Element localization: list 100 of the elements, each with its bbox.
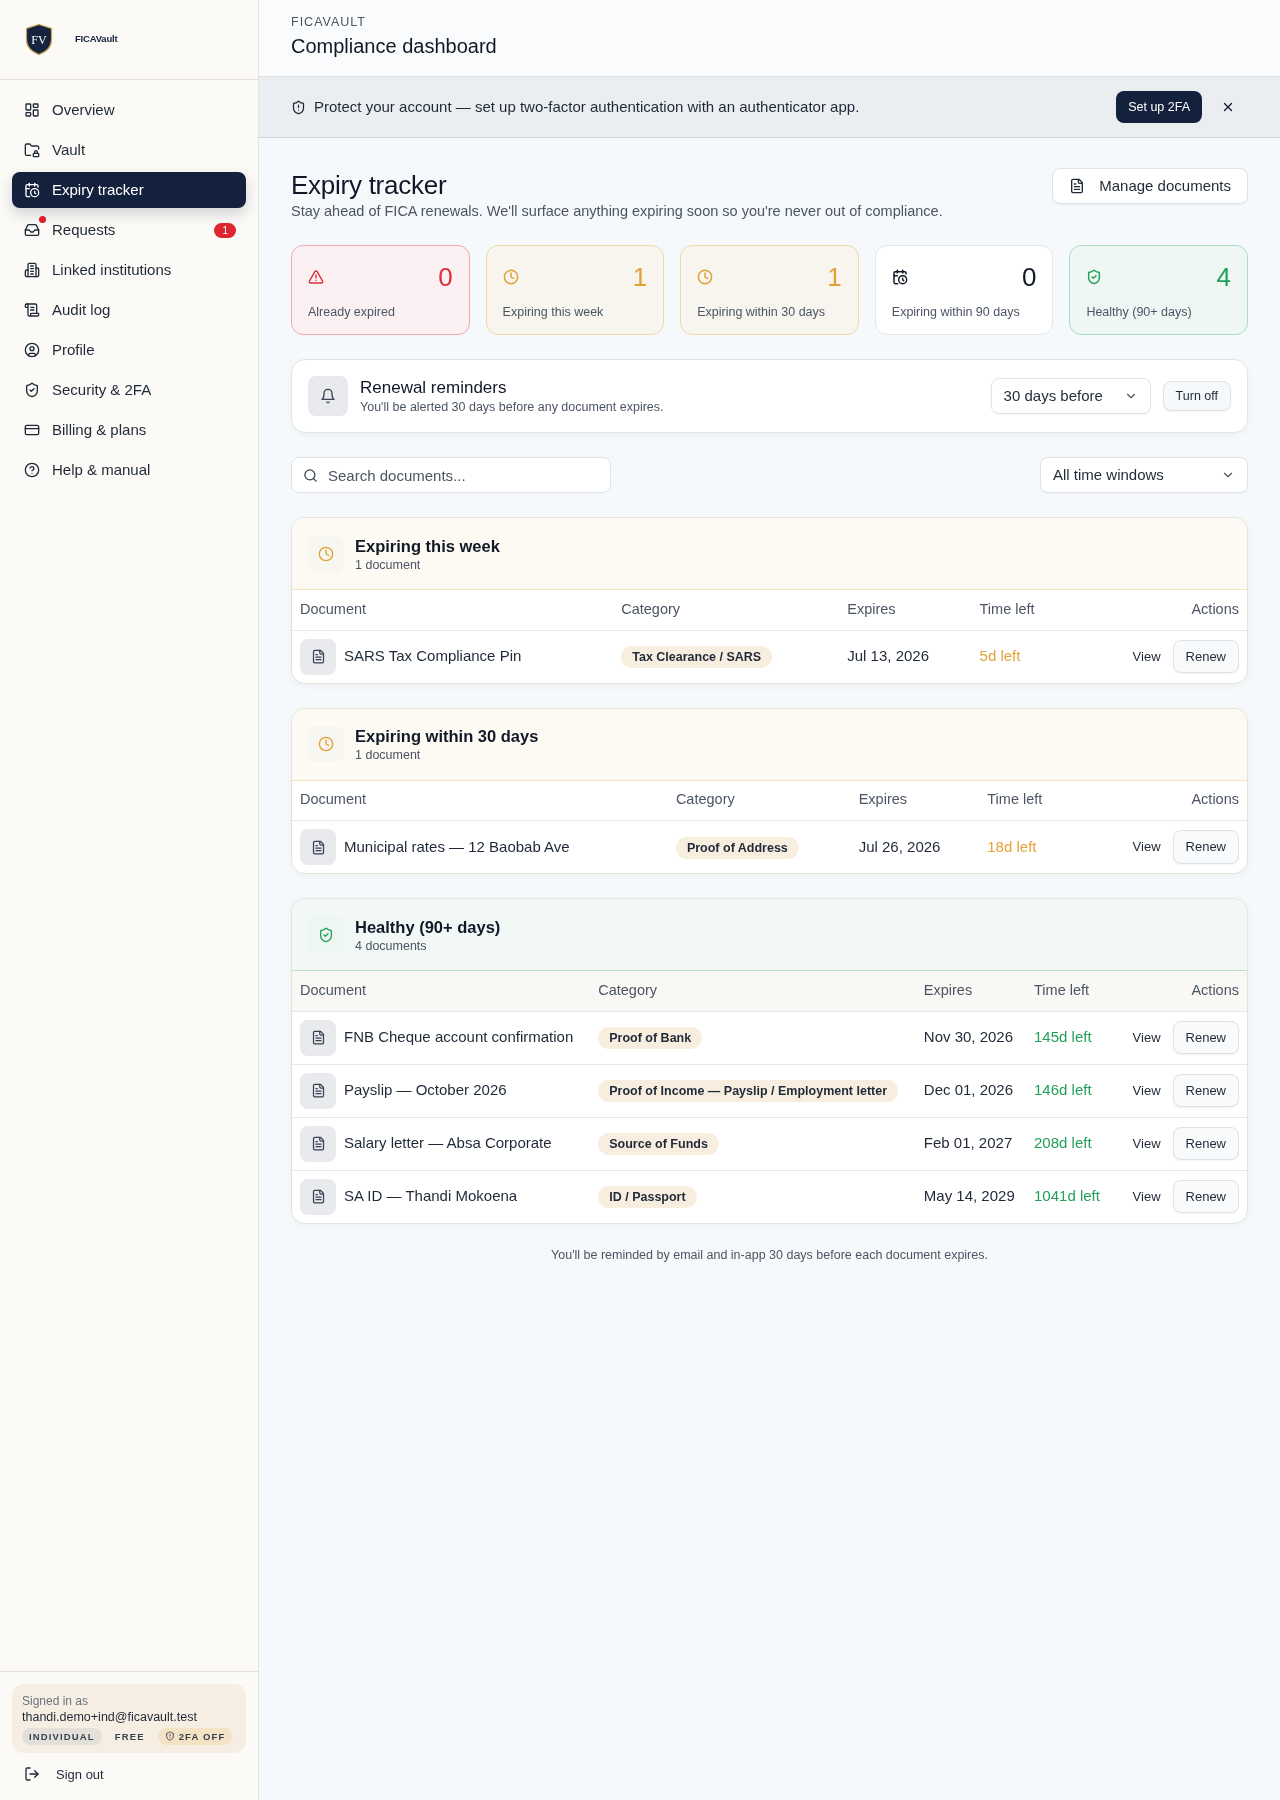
- sign-out-button[interactable]: Sign out: [12, 1752, 116, 1784]
- sidebar-nav-item[interactable]: Audit log: [12, 292, 246, 328]
- stat-label: Expiring within 30 days: [697, 304, 827, 322]
- view-button[interactable]: View: [1122, 1127, 1171, 1160]
- renew-button[interactable]: Renew: [1172, 1020, 1239, 1055]
- reminders-description: You'll be alerted 30 days before any document expires.: [360, 399, 664, 415]
- view-button[interactable]: View: [1122, 1021, 1171, 1054]
- sidebar-nav-item[interactable]: Overview: [12, 92, 246, 128]
- category-tag: Proof of Income — Payslip / Employment letter: [598, 1080, 899, 1102]
- expiry-date: Dec 01, 2026: [915, 1064, 1027, 1117]
- user-circle-icon: [24, 342, 40, 358]
- credit-card-icon: [24, 422, 40, 438]
- column-header: Document: [292, 971, 591, 1011]
- expiry-date: Feb 01, 2027: [915, 1117, 1027, 1170]
- stat-value: 1: [827, 264, 842, 290]
- sidebar-nav-item[interactable]: Billing & plans: [12, 412, 246, 448]
- scroll-icon: [24, 302, 40, 318]
- setup-2fa-button[interactable]: Set up 2FA: [1116, 91, 1202, 123]
- group-title: Expiring this week: [355, 535, 500, 557]
- footer-note: You'll be reminded by email and in-app 30 days before each document expires.: [550, 1246, 989, 1264]
- account-caption: Signed in as: [22, 1692, 90, 1709]
- document-name: Payslip — October 2026: [344, 1080, 507, 1101]
- view-button[interactable]: View: [1122, 640, 1171, 673]
- document-tile-icon: [300, 638, 336, 675]
- category-tag: ID / Passport: [598, 1186, 697, 1208]
- manage-documents-button[interactable]: Manage documents: [1052, 168, 1248, 204]
- sidebar-nav-item[interactable]: Help & manual: [12, 452, 246, 488]
- column-header: Time left: [1026, 971, 1111, 1011]
- expiry-date: Jul 26, 2026: [850, 820, 980, 873]
- column-header: Actions: [1067, 590, 1247, 630]
- sidebar-nav-item[interactable]: Profile: [12, 332, 246, 368]
- shield-check-icon: [1086, 269, 1103, 285]
- sidebar-nav-item[interactable]: Linked institutions: [12, 252, 246, 288]
- shield-alert-icon: [291, 99, 306, 115]
- sidebar-nav-item[interactable]: Security & 2FA: [12, 372, 246, 408]
- renew-button[interactable]: Renew: [1172, 1073, 1239, 1108]
- renew-button[interactable]: Renew: [1172, 830, 1239, 864]
- shield-check-icon: [24, 382, 40, 398]
- group-title: Expiring within 30 days: [355, 726, 539, 747]
- reminder-interval-select[interactable]: 30 days before: [990, 378, 1151, 414]
- time-window-select[interactable]: All time windows: [1040, 457, 1248, 493]
- document-name: Municipal rates — 12 Baobab Ave: [344, 836, 570, 857]
- shield-check-tile-icon: [308, 916, 344, 953]
- clock-icon: [502, 269, 519, 285]
- column-header: Document: [292, 780, 668, 821]
- view-button[interactable]: View: [1122, 1180, 1171, 1213]
- column-header: Expires: [915, 971, 1027, 1011]
- renew-button[interactable]: Renew: [1172, 1126, 1239, 1161]
- sign-out-icon: [24, 1766, 40, 1783]
- document-name: Salary letter — Absa Corporate: [344, 1133, 552, 1154]
- time-left: 1041d left: [1026, 1170, 1111, 1223]
- group-count: 1 document: [355, 747, 422, 763]
- close-icon: [1221, 100, 1235, 114]
- column-header: Expires: [850, 780, 980, 821]
- time-left: 146d left: [1026, 1064, 1111, 1117]
- warning-triangle-icon: [308, 269, 324, 285]
- group-title: Healthy (90+ days): [355, 916, 501, 938]
- column-header: Category: [590, 971, 916, 1011]
- sidebar-nav-item[interactable]: Requests 1: [12, 212, 246, 248]
- column-header: Expires: [839, 590, 972, 630]
- clock-icon: [697, 269, 714, 285]
- search-field[interactable]: Search documents...: [291, 457, 611, 493]
- group-count: 1 document: [355, 556, 422, 573]
- page-subtitle: Stay ahead of FICA renewals. We'll surface anything expiring soon so you're never out of compliance.: [291, 202, 943, 221]
- document-tile-icon: [300, 1125, 336, 1162]
- time-left: 208d left: [1026, 1117, 1111, 1170]
- document-tile-icon: [300, 829, 336, 865]
- sidebar-nav-item[interactable]: Vault: [12, 132, 246, 168]
- banner-message: Protect your account — set up two-factor authentication with an authenticator app.: [314, 96, 860, 117]
- view-button[interactable]: View: [1122, 831, 1171, 863]
- count-badge: 1: [214, 222, 236, 238]
- stat-label: Already expired: [308, 304, 396, 322]
- help-icon: [24, 462, 40, 478]
- plan-tag: INDIVIDUAL: [22, 1727, 102, 1745]
- stat-value: 1: [632, 264, 648, 290]
- expiry-date: May 14, 2029: [915, 1170, 1027, 1223]
- document-name: SARS Tax Compliance Pin: [344, 646, 522, 667]
- renew-button[interactable]: Renew: [1172, 639, 1239, 674]
- sidebar-nav-item[interactable]: Expiry tracker: [12, 172, 246, 208]
- category-tag: Proof of Address: [675, 836, 799, 859]
- turn-off-button[interactable]: Turn off: [1162, 381, 1231, 411]
- security-status-text: 2FA OFF: [178, 1729, 226, 1743]
- column-header: Time left: [979, 780, 1073, 821]
- reminders-title: Renewal reminders: [360, 377, 508, 399]
- page-header-title: Compliance dashboard: [291, 34, 498, 59]
- clock-tile-icon: [308, 726, 344, 762]
- stat-value: 0: [1021, 264, 1037, 290]
- document-name: FNB Cheque account confirmation: [344, 1027, 574, 1048]
- category-tag: Source of Funds: [598, 1133, 719, 1155]
- time-left: 18d left: [979, 820, 1073, 873]
- stat-label: Expiring this week: [502, 304, 605, 322]
- logo-shield: FV: [25, 23, 53, 56]
- view-button[interactable]: View: [1122, 1074, 1171, 1107]
- tier-label: FREE: [113, 1729, 146, 1744]
- folder-lock-icon: [24, 142, 40, 158]
- expiry-date: Jul 13, 2026: [839, 630, 972, 683]
- expiry-date: Nov 30, 2026: [915, 1011, 1027, 1064]
- category-tag: Tax Clearance / SARS: [621, 646, 773, 668]
- column-header: Actions: [1072, 780, 1247, 821]
- renew-button[interactable]: Renew: [1172, 1179, 1239, 1214]
